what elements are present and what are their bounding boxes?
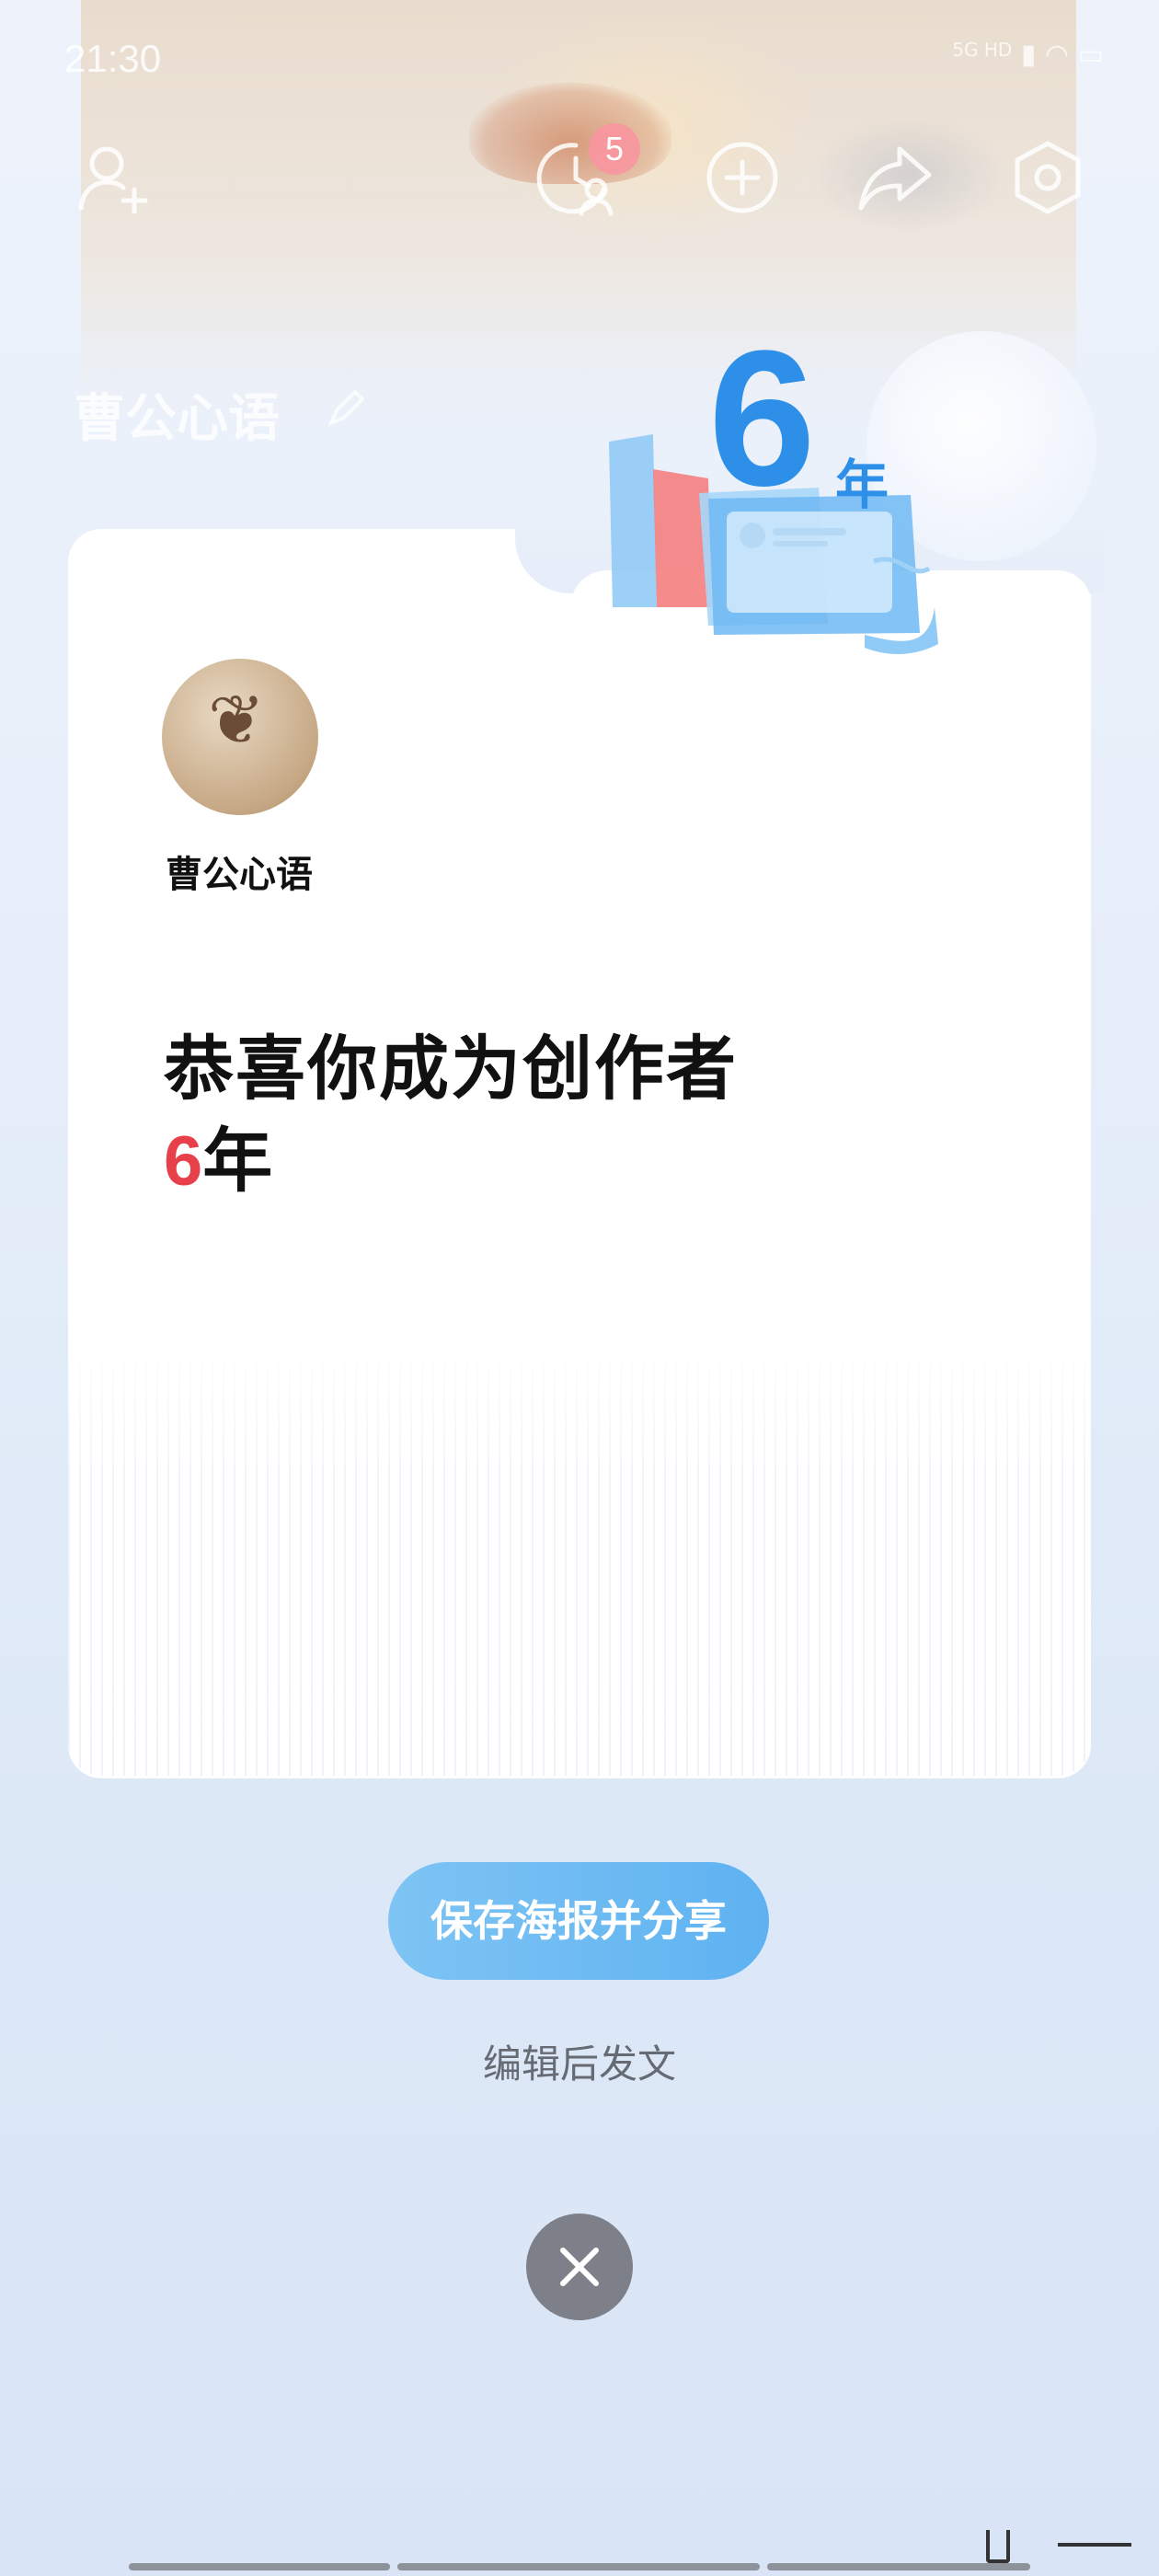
card-username: 曹公心语 [166,854,313,896]
save-and-share-button[interactable]: 保存海报并分享 [388,1862,769,1980]
avatar: ❦ [162,659,318,815]
congrats-years: 6年 [164,1104,272,1205]
home-indicator-segment [397,2563,760,2570]
add-friend-icon[interactable] [74,138,153,217]
status-bar: 21:30 5G HD ▮ ◠ ▭ [0,0,1159,120]
years-badge-unit: 年 [835,454,889,516]
congrats-years-unit: 年 [202,1120,273,1202]
edit-and-post-link[interactable]: 编辑后发文 [0,2033,1159,2089]
nav-handle-icon[interactable] [986,2530,1010,2563]
close-button[interactable] [526,2214,633,2320]
status-icons: 5G HD ▮ ◠ ▭ [952,39,1104,71]
home-indicator-segment [767,2563,1030,2570]
edit-pencil-icon [324,386,368,431]
share-icon[interactable] [855,138,935,217]
home-indicator-segment [129,2563,390,2570]
plus-icon[interactable] [703,138,782,217]
nav-dash-icon[interactable] [1058,2543,1131,2547]
close-icon [560,2248,599,2286]
settings-icon[interactable] [1008,138,1087,217]
avatar-logo-icon: ❦ [208,681,266,760]
battery-icon: ▭ [1077,39,1104,71]
status-time: 21:30 [64,37,162,80]
history-badge: 5 [589,123,640,175]
congrats-title: 恭喜你成为创作者 [164,1028,738,1110]
signal-icon: ▮ [1020,39,1037,71]
congrats-years-number: 6 [164,1122,203,1201]
profile-username-faded: 曹公心语 [74,389,280,449]
wifi-icon: ◠ [1044,39,1070,71]
card-stripe-pattern [68,1343,1091,1776]
network-label: 5G HD [952,39,1013,61]
years-badge-number: 6 [708,310,816,526]
